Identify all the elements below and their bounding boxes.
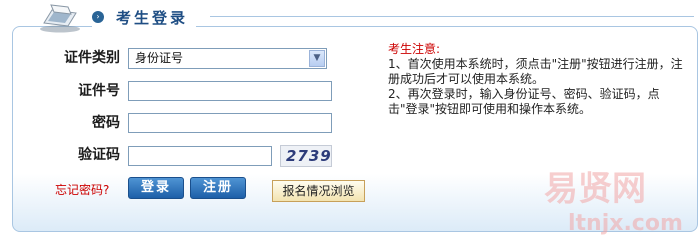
notice-box: 考生注意: 1、首次使用本系统时，须点击"注册"按钮进行注册，注册成功后才可以使… [388,42,688,117]
notice-line-2: 2、再次登录时，输入身份证号、密码、验证码，点击"登录"按钮即可使用和操作本系统… [388,87,660,116]
watermark-url: ltnjx.com [568,211,683,236]
password-input[interactable] [128,113,332,133]
password-label: 密码 [92,115,120,131]
browse-registration-button[interactable]: 报名情况浏览 [272,180,365,202]
register-button[interactable]: 注册 [190,177,246,199]
monitor-logo-icon [40,4,80,33]
captcha-text: 2739 [286,147,332,165]
header: › 考生登录 [92,6,197,28]
captcha-input[interactable] [128,146,272,166]
chevron-right-icon: › [92,11,104,23]
id-number-label: 证件号 [78,83,120,99]
header-divider [210,16,694,17]
id-type-label: 证件类别 [64,50,120,66]
login-button[interactable]: 登录 [128,177,184,199]
page-title: 考生登录 [116,8,189,27]
watermark-brand: 易贤网 [544,169,646,209]
id-type-value: 身份证号 [135,51,184,65]
notice-line-1: 1、首次使用本系统时，须点击"注册"按钮进行注册，注册成功后才可以使用本系统。 [388,57,683,86]
captcha-label: 验证码 [78,147,120,163]
id-type-select[interactable]: 身份证号 ▼ [128,48,327,69]
id-number-input[interactable] [128,81,332,101]
captcha-image[interactable]: 2739 [280,145,332,167]
forgot-password-link[interactable]: 忘记密码? [55,181,109,198]
chevron-down-icon[interactable]: ▼ [309,50,325,67]
notice-title: 考生注意: [388,42,441,56]
watermark-logo: 易贤网 ltnjx.com [544,169,683,236]
